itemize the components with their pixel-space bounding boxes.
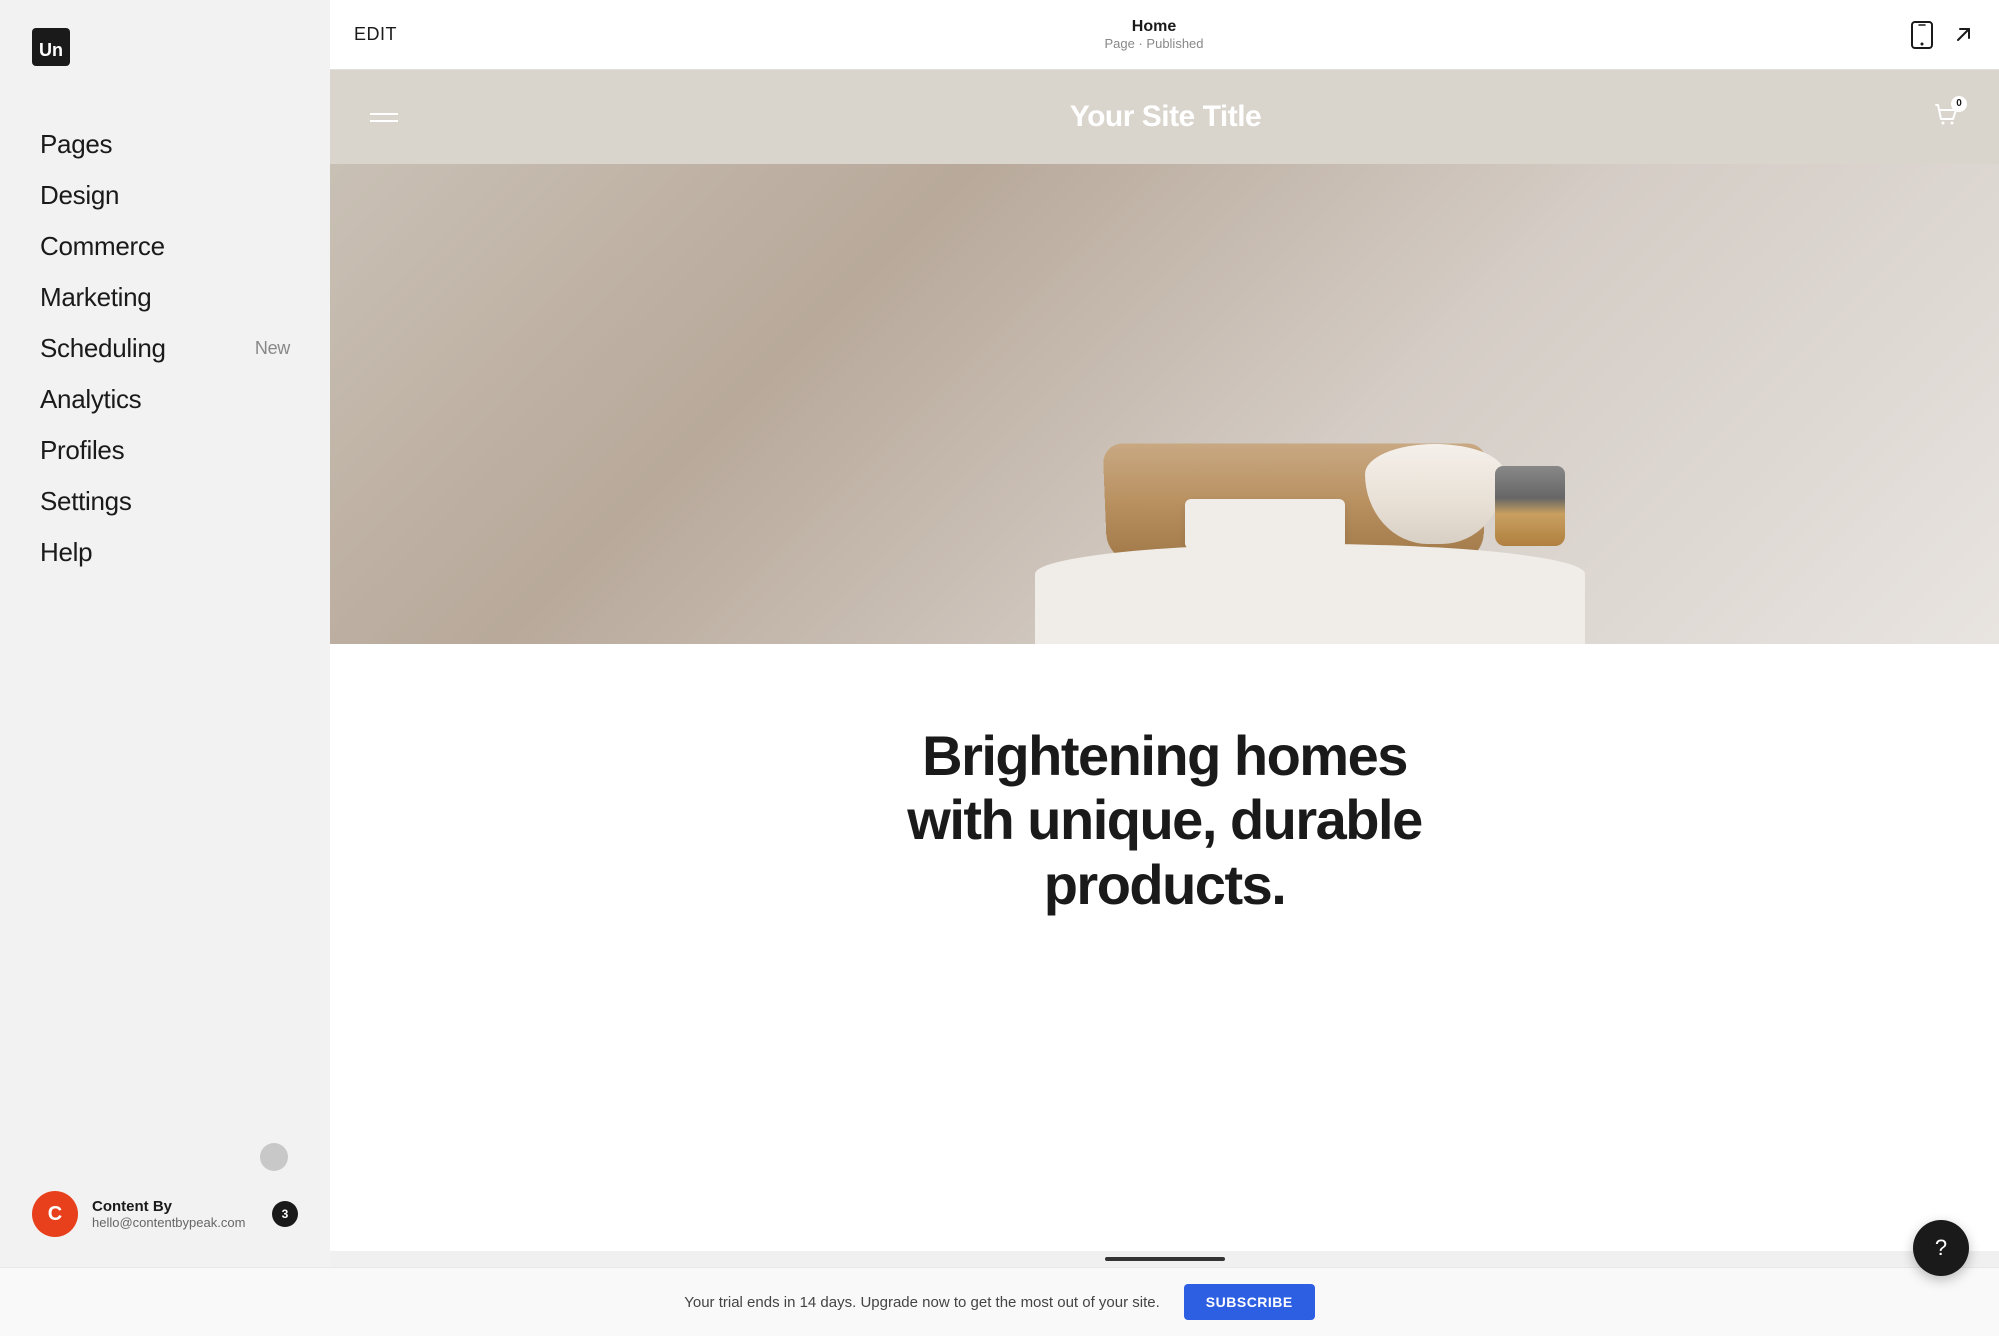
hero-composition (985, 244, 1585, 644)
sidebar-toggle (32, 1143, 298, 1171)
bottom-banner: Your trial ends in 14 days. Upgrade now … (0, 1267, 1999, 1336)
sidebar-item-profiles[interactable]: Profiles (0, 425, 330, 476)
sidebar: Un Pages Design Commerce Marketing Sched… (0, 0, 330, 1267)
edit-button[interactable]: EDIT (354, 24, 397, 45)
preview-site-header: Your Site Title 0 (330, 70, 1999, 164)
hamburger-icon (370, 113, 398, 122)
site-title: Your Site Title (1070, 100, 1261, 134)
mobile-icon (1911, 21, 1933, 49)
sidebar-item-settings[interactable]: Settings (0, 476, 330, 527)
sidebar-nav: Pages Design Commerce Marketing Scheduli… (0, 99, 330, 1123)
logo[interactable]: Un (0, 0, 330, 99)
hero-headline: Brightening homes with unique, durable p… (865, 724, 1465, 917)
external-link-button[interactable] (1951, 23, 1975, 47)
topbar-actions (1911, 21, 1975, 49)
sidebar-bottom: C Content By hello@contentbypeak.com 3 (0, 1123, 330, 1267)
progress-bar (1105, 1257, 1225, 1261)
svg-text:Un: Un (39, 40, 63, 60)
sidebar-item-scheduling[interactable]: Scheduling New (0, 323, 330, 374)
user-email: hello@contentbypeak.com (92, 1215, 258, 1230)
preview-area: Your Site Title 0 (330, 70, 1999, 1251)
scheduling-badge: New (255, 338, 290, 359)
logo-icon: Un (32, 28, 70, 66)
user-name: Content By (92, 1198, 258, 1215)
cart-icon-wrapper: 0 (1933, 102, 1959, 133)
table-surface (1035, 544, 1585, 644)
help-button[interactable]: ? (1913, 1220, 1969, 1276)
main-content: EDIT Home Page · Published (330, 0, 1999, 1267)
user-section[interactable]: C Content By hello@contentbypeak.com 3 (32, 1191, 298, 1237)
sidebar-item-commerce[interactable]: Commerce (0, 221, 330, 272)
subscribe-button[interactable]: SUBSCRIBE (1184, 1284, 1315, 1320)
content-section: Brightening homes with unique, durable p… (330, 644, 1999, 997)
avatar: C (32, 1191, 78, 1237)
cart-badge: 0 (1951, 96, 1967, 112)
page-title: Home (1132, 18, 1176, 36)
external-link-icon (1951, 23, 1975, 47)
banner-text: Your trial ends in 14 days. Upgrade now … (684, 1294, 1160, 1311)
cloth (1185, 499, 1345, 549)
sidebar-item-help[interactable]: Help (0, 527, 330, 578)
mobile-preview-button[interactable] (1911, 21, 1933, 49)
sidebar-item-pages[interactable]: Pages (0, 119, 330, 170)
bottom-indicator (330, 1251, 1999, 1267)
topbar-center: Home Page · Published (397, 18, 1911, 51)
hero-image (330, 164, 1999, 644)
sidebar-item-marketing[interactable]: Marketing (0, 272, 330, 323)
cup (1495, 466, 1565, 546)
toggle-circle[interactable] (260, 1143, 288, 1171)
page-subtitle: Page · Published (1105, 36, 1204, 51)
sidebar-item-design[interactable]: Design (0, 170, 330, 221)
top-bar: EDIT Home Page · Published (330, 0, 1999, 70)
notification-badge[interactable]: 3 (272, 1201, 298, 1227)
sidebar-item-analytics[interactable]: Analytics (0, 374, 330, 425)
user-info: Content By hello@contentbypeak.com (92, 1198, 258, 1230)
